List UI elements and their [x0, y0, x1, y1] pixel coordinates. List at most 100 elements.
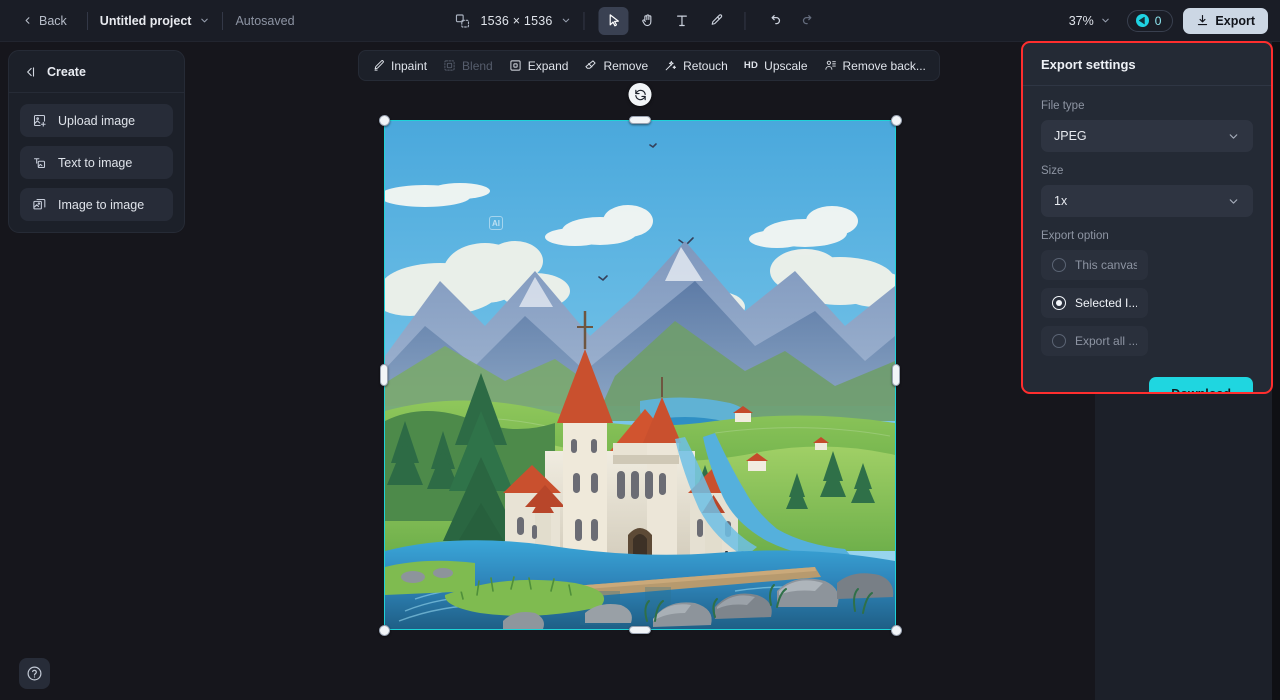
app-root: Back Untitled project Autosaved 1536 × 1…	[0, 0, 1280, 700]
credits-count: 0	[1154, 13, 1162, 28]
size-label: Size	[1041, 165, 1064, 177]
export-option-group: This canvas Selected I... Export all ...	[1041, 250, 1253, 356]
resize-handle-bottom-center[interactable]	[629, 626, 651, 634]
cursor-arrow-icon	[609, 14, 619, 27]
expand-frame-icon	[509, 59, 522, 72]
radio-icon-selected	[1052, 296, 1066, 310]
eraser-icon	[584, 59, 597, 72]
top-bar-left: Back Untitled project Autosaved	[0, 10, 295, 32]
hd-icon: HD	[743, 60, 759, 71]
toolbar-item-label: Retouch	[683, 58, 728, 73]
inpaint-brush-icon	[372, 59, 385, 72]
toolbar-upscale-button[interactable]: HD Upscale	[737, 54, 815, 78]
create-item-upload-image[interactable]: Upload image	[20, 104, 173, 137]
help-question-icon	[27, 666, 42, 681]
text-tool[interactable]	[667, 7, 697, 35]
chevron-down-icon	[1229, 198, 1238, 204]
export-label: Export	[1215, 13, 1255, 28]
resize-handle-bottom-left[interactable]	[378, 624, 390, 636]
toolbar-item-label: Expand	[527, 58, 569, 73]
export-option-label-text: Export all ...	[1075, 334, 1137, 348]
zoom-level: 37%	[1068, 13, 1094, 28]
credit-coin-icon	[1135, 14, 1149, 27]
toolbar-retouch-button[interactable]: Retouch	[657, 54, 735, 78]
resize-handle-top-center[interactable]	[629, 116, 651, 124]
create-item-image-to-image[interactable]: Image to image	[20, 188, 173, 221]
top-bar: Back Untitled project Autosaved 1536 × 1…	[0, 0, 1280, 42]
top-bar-center: 1536 × 1536	[454, 6, 825, 35]
help-button[interactable]	[19, 658, 50, 689]
chevron-left-icon	[25, 17, 30, 24]
autosaved-status: Autosaved	[235, 13, 295, 28]
export-option-label-text: Selected I...	[1075, 296, 1137, 310]
size-select[interactable]: 1x	[1041, 185, 1253, 217]
selected-image-frame[interactable]: AI	[378, 83, 902, 636]
export-button[interactable]: Export	[1183, 7, 1268, 34]
back-button[interactable]: Back	[14, 10, 75, 32]
artwork-image[interactable]: AI	[385, 121, 895, 629]
create-item-text-to-image[interactable]: Text to image	[20, 146, 173, 179]
toolbar-item-label: Remove	[603, 58, 649, 73]
download-icon	[1198, 15, 1208, 26]
select-tool[interactable]	[598, 6, 629, 35]
brush-icon	[711, 14, 722, 25]
toolbar-item-label: Upscale	[764, 58, 808, 73]
create-panel-items: Upload image Text to image Image to imag…	[9, 93, 184, 221]
top-bar-right: 37% 0 Export	[1063, 7, 1268, 34]
resize-handle-top-left[interactable]	[378, 114, 390, 126]
canvas-resize-icon[interactable]	[454, 13, 470, 29]
divider	[744, 11, 746, 30]
toolbar-item-label: Remove back...	[842, 58, 926, 73]
back-label: Back	[39, 13, 67, 28]
create-item-label: Upload image	[58, 113, 136, 128]
magic-wand-icon	[664, 59, 677, 72]
chevron-down-icon	[1229, 133, 1238, 139]
create-panel-header: Create	[9, 51, 184, 93]
divider	[86, 11, 88, 30]
toolbar-remove-background-button[interactable]: Remove back...	[817, 54, 933, 78]
toolbar-remove-button[interactable]: Remove	[577, 54, 655, 78]
export-settings-title: Export settings	[1023, 43, 1271, 86]
ai-watermark-tag: AI	[489, 216, 503, 230]
toolbar-blend-button[interactable]: Blend	[436, 54, 500, 78]
zoom-control[interactable]: 37%	[1063, 11, 1117, 31]
download-button[interactable]: Download	[1149, 377, 1253, 392]
toolbar-expand-button[interactable]: Expand	[502, 54, 576, 78]
image-to-image-icon	[32, 197, 47, 212]
export-settings-footer: Download	[1023, 356, 1271, 392]
file-type-label: File type	[1041, 100, 1085, 112]
brush-tool[interactable]	[701, 7, 731, 35]
resize-handle-middle-left[interactable]	[380, 364, 388, 386]
project-menu-chevron-down-icon[interactable]	[199, 15, 210, 26]
toolbar-item-label: Inpaint	[391, 58, 428, 73]
radio-icon	[1052, 334, 1066, 348]
create-item-label: Text to image	[58, 155, 133, 170]
export-settings-panel: Export settings File type JPEG Size 1x E…	[1021, 41, 1273, 394]
image-upload-icon	[32, 113, 47, 128]
export-option-selected-image[interactable]: Selected I...	[1041, 288, 1148, 318]
blend-icon	[443, 59, 456, 72]
file-type-select[interactable]: JPEG	[1041, 120, 1253, 152]
export-option-this-canvas[interactable]: This canvas	[1041, 250, 1148, 280]
toolbar-inpaint-button[interactable]: Inpaint	[365, 54, 434, 78]
right-edge-strip	[1272, 42, 1280, 700]
redo-button[interactable]	[794, 7, 824, 35]
image-action-toolbar: Inpaint Blend Expand Remove Retouch HD U…	[358, 50, 940, 81]
text-to-image-icon	[32, 155, 47, 170]
resize-handle-bottom-right[interactable]	[890, 624, 902, 636]
rotate-handle[interactable]	[628, 83, 652, 106]
credits-badge[interactable]: 0	[1126, 9, 1174, 32]
canvas-size-chevron-down-icon[interactable]	[561, 15, 572, 26]
resize-handle-top-right[interactable]	[890, 114, 902, 126]
export-option-export-all[interactable]: Export all ...	[1041, 326, 1148, 356]
undo-button[interactable]	[760, 7, 790, 35]
toolbar-item-label: Blend	[462, 58, 493, 73]
rotate-icon	[634, 89, 646, 100]
collapse-panel-icon[interactable]	[23, 65, 37, 79]
zoom-chevron-down-icon	[1101, 18, 1109, 23]
export-option-label-text: This canvas	[1075, 258, 1137, 272]
create-item-label: Image to image	[58, 197, 145, 212]
hand-tool[interactable]	[633, 7, 663, 35]
divider	[222, 11, 224, 30]
resize-handle-middle-right[interactable]	[892, 364, 900, 386]
